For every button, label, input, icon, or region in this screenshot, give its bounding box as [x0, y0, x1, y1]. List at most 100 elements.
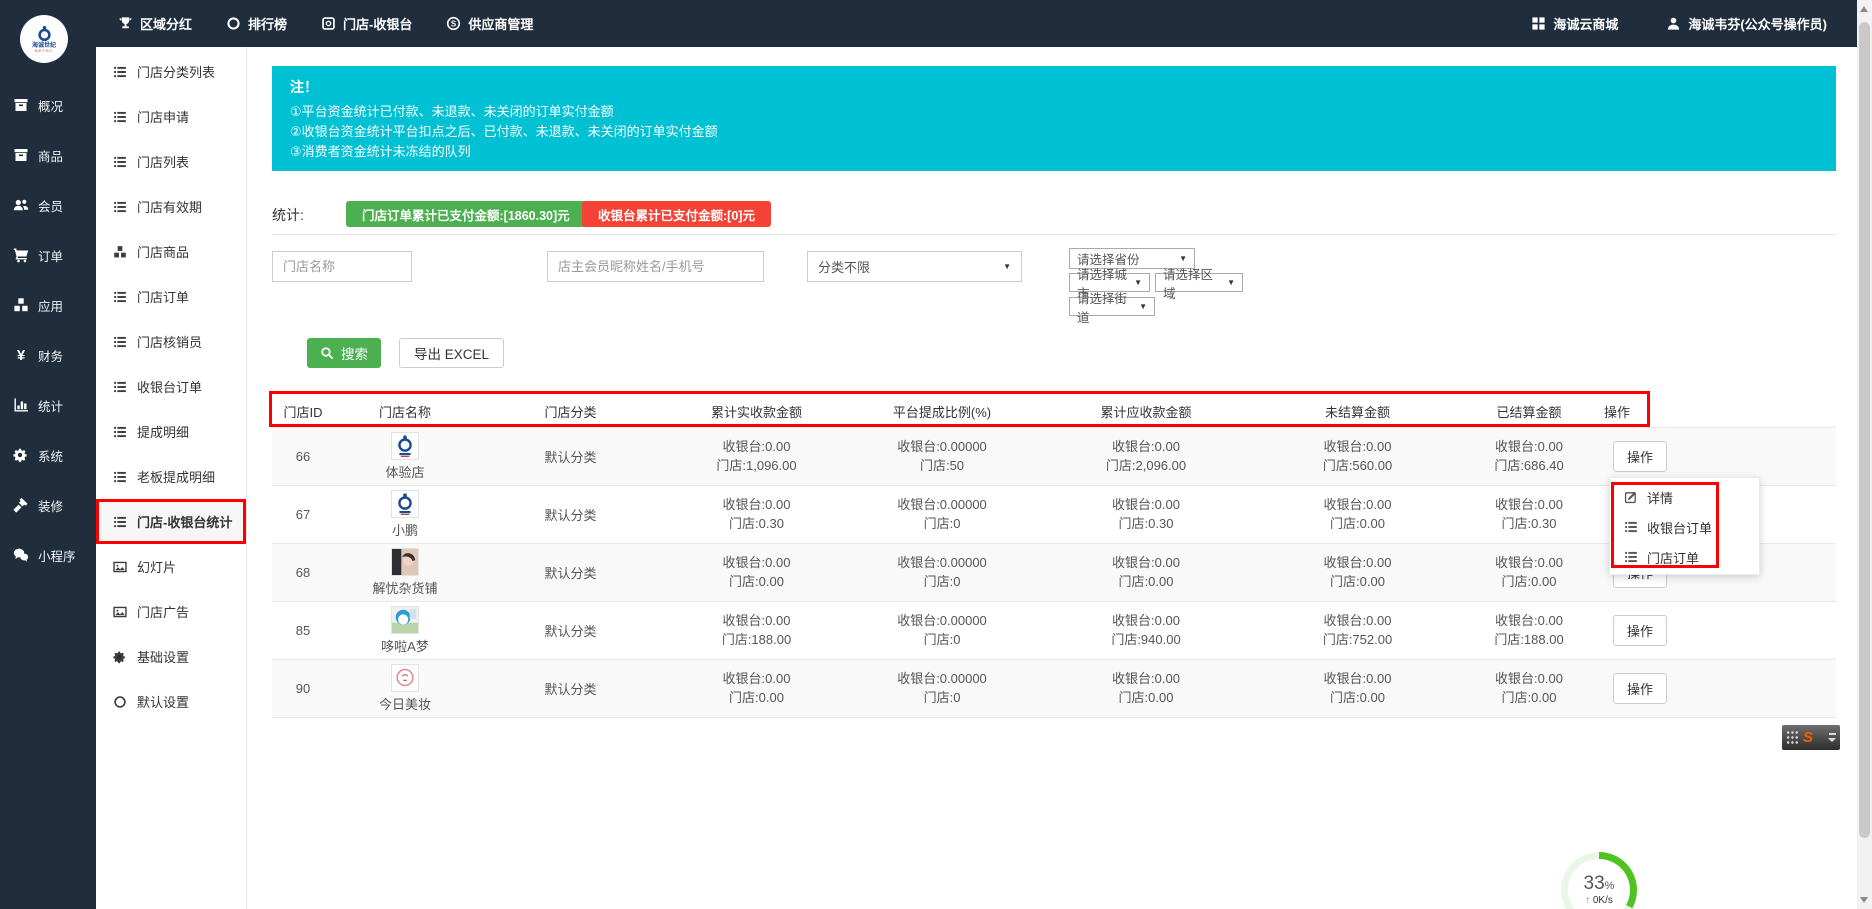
- store-category: 默认分类: [476, 426, 665, 485]
- submenu-item-label: 门店订单: [137, 290, 190, 305]
- supplier-icon: S: [446, 16, 461, 31]
- sidebar-item-overview[interactable]: 概况: [0, 80, 96, 130]
- scroll-down-arrow-icon[interactable]: [1860, 897, 1868, 903]
- store-paid-total-badge[interactable]: 门店订单累计已支付金额:[1860.30]元: [346, 201, 586, 227]
- settled-amount: 收银台:0.00 门店:0.30: [1495, 497, 1563, 531]
- col-store-category: 门店分类: [544, 405, 597, 421]
- category-select[interactable]: 分类不限: [807, 251, 1022, 282]
- top-menu-region-dividend[interactable]: 区域分红: [118, 14, 192, 33]
- list-icon: [113, 290, 127, 304]
- submenu-item-store-orders[interactable]: 门店订单: [96, 274, 246, 319]
- top-menu-ranking[interactable]: 排行榜: [226, 14, 287, 33]
- sidebar-item-miniprogram[interactable]: 小程序: [0, 530, 96, 580]
- ratio-amount: 收银台:0.00000 门店:0: [897, 671, 987, 705]
- store-image: [391, 663, 419, 692]
- app-logo[interactable]: 海诚世纪 NETHC: [20, 15, 68, 63]
- grid-icon: [1531, 16, 1546, 31]
- district-select[interactable]: 请选择区域: [1155, 268, 1243, 301]
- submenu-item-label: 门店-收银台统计: [137, 515, 233, 530]
- submenu-item-store-validity[interactable]: 门店有效期: [96, 184, 246, 229]
- col-settled: 已结算金额: [1496, 405, 1562, 421]
- network-progress-widget[interactable]: 33% ↑ 0K/s: [1561, 852, 1637, 909]
- stats-label: 统计:: [272, 207, 304, 223]
- submenu-item-cashier-orders[interactable]: 收银台订单: [96, 364, 246, 409]
- dropdown-item-label: 门店订单: [1647, 550, 1700, 566]
- image-icon: [113, 605, 127, 619]
- scrollbar-thumb[interactable]: [1859, 22, 1870, 838]
- col-store-id: 门店ID: [283, 405, 323, 421]
- sidebar-item-orders[interactable]: 订单: [0, 230, 96, 280]
- store-id: 68: [272, 542, 334, 601]
- submenu-item-boss-commission-detail[interactable]: 老板提成明细: [96, 454, 246, 499]
- submenu-item-store-verifier[interactable]: 门店核销员: [96, 319, 246, 364]
- store-category: 默认分类: [476, 600, 665, 659]
- row-action-button[interactable]: 操作: [1613, 614, 1668, 646]
- submenu-item-label: 幻灯片: [137, 560, 177, 575]
- receivable-amount: 收银台:0.00 门店:0.00: [1112, 671, 1180, 705]
- submenu-item-store-category-list[interactable]: 门店分类列表: [96, 49, 246, 94]
- notice-banner: 注！ ①平台资金统计已付款、未退款、未关闭的订单实付金额 ②收银台资金统计平台扣…: [272, 66, 1836, 171]
- top-menu-supplier[interactable]: S 供应商管理: [446, 14, 533, 33]
- sidebar-item-members[interactable]: 会员: [0, 180, 96, 230]
- top-right-mall[interactable]: 海诚云商城: [1531, 14, 1618, 33]
- ime-controls[interactable]: [1828, 733, 1836, 742]
- top-menu-store-cashier[interactable]: 门店-收银台: [321, 14, 412, 33]
- store-name: 解忧杂货铺: [372, 580, 438, 596]
- store-name-input[interactable]: [272, 251, 412, 282]
- row-action-button[interactable]: 操作: [1613, 440, 1668, 472]
- circle-icon: [226, 16, 241, 31]
- top-menu-label: 排行榜: [248, 17, 288, 32]
- notice-line: ③消费者资金统计未冻结的队列: [290, 144, 471, 159]
- progress-inner: 33% ↑ 0K/s: [1568, 859, 1630, 909]
- dropdown-item-cashier-orders[interactable]: 收银台订单: [1610, 512, 1759, 542]
- top-right-account[interactable]: 海诚韦芬(公众号操作员): [1666, 14, 1827, 33]
- submenu-item-label: 门店申请: [137, 110, 190, 125]
- unsettled-amount: 收银台:0.00 门店:0.00: [1323, 497, 1392, 531]
- trophy-icon: [118, 16, 133, 31]
- app-window: 区域分红 排行榜 门店-收银台 S 供应商管理 海诚云商城 海诚韦芬(公众号操作员…: [0, 0, 1872, 909]
- submenu-item-slides[interactable]: 幻灯片: [96, 544, 246, 589]
- page-scrollbar[interactable]: [1857, 0, 1872, 909]
- scroll-up-arrow-icon[interactable]: [1860, 6, 1868, 12]
- row-action-button[interactable]: 操作: [1613, 672, 1668, 704]
- circle-icon: [113, 695, 127, 709]
- received-amount: 收银台:0.00 门店:188.00: [721, 613, 792, 647]
- sidebar-item-statistics[interactable]: 统计: [0, 380, 96, 430]
- submenu-item-store-list[interactable]: 门店列表: [96, 139, 246, 184]
- submenu-item-store-apply[interactable]: 门店申请: [96, 94, 246, 139]
- owner-input[interactable]: [547, 251, 764, 282]
- unsettled-amount: 收银台:0.00 门店:0.00: [1323, 555, 1392, 589]
- submenu-item-default-settings[interactable]: 默认设置: [96, 679, 246, 724]
- ime-grid-icon: [1786, 730, 1799, 745]
- table-row: 90 今日美妆 默认分类 收银台:0.00 门店:0.00 收银台:0.00000…: [272, 658, 1836, 718]
- sidebar-item-goods[interactable]: 商品: [0, 130, 96, 180]
- submenu-item-store-ads[interactable]: 门店广告: [96, 589, 246, 634]
- box-icon: [13, 97, 29, 113]
- cashier-paid-total-badge[interactable]: 收银台累计已支付金额:[0]元: [582, 201, 771, 227]
- dropdown-item-detail[interactable]: 详情: [1610, 482, 1759, 512]
- sidebar-item-finance[interactable]: ¥ 财务: [0, 330, 96, 380]
- settled-amount: 收银台:0.00 门店:0.00: [1495, 671, 1563, 705]
- street-select[interactable]: 请选择街道: [1069, 292, 1155, 325]
- table-row: 66 体验店 默认分类 收银台:0.00 门店:1,096.00 收银台:0.00…: [272, 426, 1836, 485]
- sidebar-item-label: 会员: [38, 199, 64, 214]
- sidebar-item-decorate[interactable]: 装修: [0, 480, 96, 530]
- submenu-item-store-cashier-statistics[interactable]: 门店-收银台统计: [96, 499, 246, 544]
- dropdown-item-store-orders[interactable]: 门店订单: [1610, 542, 1759, 572]
- image-icon: [113, 560, 127, 574]
- store-image: [391, 605, 419, 634]
- store-name: 哆啦A梦: [381, 638, 429, 654]
- sogou-ime-toolbar[interactable]: S: [1782, 725, 1840, 750]
- search-icon: [320, 346, 334, 360]
- sidebar-item-system[interactable]: 系统: [0, 430, 96, 480]
- received-amount: 收银台:0.00 门店:0.00: [722, 555, 791, 589]
- submenu-item-basic-settings[interactable]: 基础设置: [96, 634, 246, 679]
- submenu-item-commission-detail[interactable]: 提成明细: [96, 409, 246, 454]
- store-name: 体验店: [385, 464, 425, 480]
- submenu-item-store-goods[interactable]: 门店商品: [96, 229, 246, 274]
- sidebar-item-apps[interactable]: 应用: [0, 280, 96, 330]
- export-excel-button[interactable]: 导出 EXCEL: [399, 338, 505, 368]
- list-icon: [113, 470, 127, 484]
- search-button[interactable]: 搜索: [307, 338, 381, 368]
- col-receivable: 累计应收款金额: [1100, 405, 1192, 421]
